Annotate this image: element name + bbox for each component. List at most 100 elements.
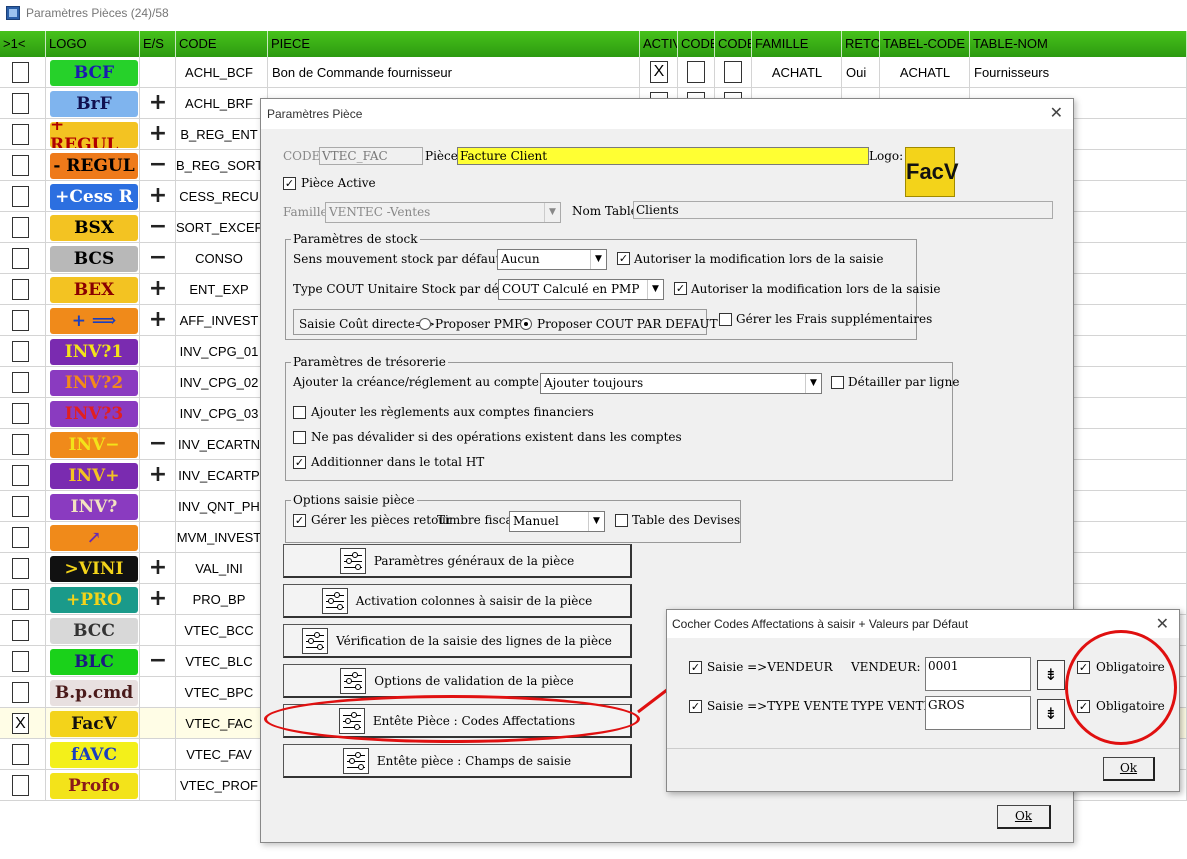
col-header-famille[interactable]: FAMILLE	[752, 31, 842, 57]
piece-active-label: Pièce Active	[301, 176, 376, 190]
row-select-checkbox[interactable]	[12, 775, 29, 796]
proposer-defaut-radio[interactable]	[520, 318, 532, 330]
table-row[interactable]: BCF ACHL_BCF Bon de Commande fournisseur X A…	[0, 57, 1187, 88]
piece-name-field[interactable]: Facture Client	[457, 147, 869, 165]
window-title: Paramètres Pièces (24)/58	[26, 6, 169, 20]
sens-select[interactable]: Aucun ▼	[497, 249, 607, 270]
row-select-checkbox[interactable]	[12, 558, 29, 579]
row-select-checkbox[interactable]	[12, 62, 29, 83]
col-header-reto[interactable]: RETO	[842, 31, 880, 57]
piece-logo: BrF	[50, 91, 138, 117]
col-header-activ[interactable]: ACTIV	[640, 31, 678, 57]
button-label: Options de validation de la pièce	[374, 673, 574, 688]
activ-checkbox[interactable]: X	[650, 61, 668, 83]
famille-select: VENTEC -Ventes ▼	[325, 202, 561, 223]
autoriser2-checkbox[interactable]: ✓	[674, 282, 687, 295]
additionner-checkbox[interactable]: ✓	[293, 456, 306, 469]
table-devises-checkbox[interactable]	[615, 514, 628, 527]
col-header-tabel-code[interactable]: TABEL-CODE	[880, 31, 970, 57]
options-validation-button[interactable]: Options de validation de la pièce	[283, 664, 632, 698]
row-select-checkbox[interactable]	[12, 527, 29, 548]
saisie-cout-label: Saisie Coût directe=>	[299, 317, 436, 331]
detailler-checkbox[interactable]	[831, 376, 844, 389]
additionner-label: Additionner dans le total HT	[311, 455, 485, 469]
code-cell: INV_CPG_01	[179, 344, 259, 359]
row-select-checkbox[interactable]	[12, 279, 29, 300]
activation-colonnes-button[interactable]: Activation colonnes à saisir de la pièce	[283, 584, 632, 618]
autoriser1-checkbox[interactable]: ✓	[617, 252, 630, 265]
col-header-es[interactable]: E/S	[140, 31, 176, 57]
row-select-checkbox[interactable]	[12, 496, 29, 517]
col-header-code[interactable]: CODE	[176, 31, 268, 57]
chevron-down-icon: ▼	[590, 250, 606, 269]
button-label: Activation colonnes à saisir de la pièce	[355, 593, 593, 608]
row-select-checkbox[interactable]	[12, 217, 29, 238]
row-select-checkbox[interactable]	[12, 651, 29, 672]
type-cout-select[interactable]: COUT Calculé en PMP ▼	[498, 279, 664, 300]
popup-ok-button[interactable]: Ok	[1103, 757, 1155, 781]
popup-divider	[667, 748, 1179, 749]
logo-image[interactable]: FacV	[905, 147, 959, 197]
parametres-generaux-button[interactable]: Paramètres généraux de la pièce	[283, 544, 632, 578]
proposer-pmp-radio[interactable]	[419, 318, 431, 330]
chevron-down-icon: ▼	[647, 280, 663, 299]
row-select-checkbox[interactable]	[12, 248, 29, 269]
piece-active-checkbox[interactable]: ✓	[283, 177, 296, 190]
nom-table-field: Clients	[633, 201, 1053, 219]
row-select-checkbox[interactable]	[12, 682, 29, 703]
row-select-checkbox[interactable]	[12, 186, 29, 207]
code-cell: ENT_EXP	[189, 282, 249, 297]
ajouter-creance-select[interactable]: Ajouter toujours ▼	[540, 373, 822, 394]
nom-table-label: Nom Table:	[572, 204, 642, 218]
row-select-checkbox[interactable]	[12, 93, 29, 114]
type-vente-lookup-icon[interactable]: ⇟	[1037, 699, 1065, 729]
entete-champs-saisie-button[interactable]: Entête pièce : Champs de saisie	[283, 744, 632, 778]
row-select-checkbox[interactable]: X	[12, 713, 29, 734]
saisie-vendeur-label: Saisie =>VENDEUR	[707, 660, 833, 674]
col-header-code3[interactable]: CODE	[715, 31, 752, 57]
code-cell: INV_CPG_03	[179, 406, 259, 421]
row-select-checkbox[interactable]	[12, 310, 29, 331]
row-select-checkbox[interactable]	[12, 372, 29, 393]
dialog-close-icon[interactable]: ✕	[1050, 103, 1063, 122]
es-sign-icon: −	[148, 245, 168, 270]
type-vente-field[interactable]: GROS	[925, 696, 1031, 730]
saisie-type-vente-checkbox[interactable]: ✓	[689, 700, 702, 713]
row-select-checkbox[interactable]	[12, 124, 29, 145]
timbre-select[interactable]: Manuel ▼	[509, 511, 605, 532]
sliders-icon	[302, 627, 329, 654]
verification-saisie-button[interactable]: Vérification de la saisie des lignes de …	[283, 624, 632, 658]
code-field: VTEC_FAC	[319, 147, 423, 165]
sens-label: Sens mouvement stock par défaut:	[293, 252, 505, 266]
reglements-checkbox[interactable]	[293, 406, 306, 419]
row-select-checkbox[interactable]	[12, 620, 29, 641]
row-select-checkbox[interactable]	[12, 341, 29, 362]
gerer-retour-checkbox[interactable]: ✓	[293, 514, 306, 527]
row-select-checkbox[interactable]	[12, 744, 29, 765]
button-label: Paramètres généraux de la pièce	[373, 553, 575, 568]
vendeur-lookup-icon[interactable]: ⇟	[1037, 660, 1065, 690]
devalider-checkbox[interactable]	[293, 431, 306, 444]
gerer-frais-checkbox[interactable]	[719, 313, 732, 326]
col-header-table-nom[interactable]: TABLE-NOM	[970, 31, 1187, 57]
col-header-select[interactable]: >1<	[0, 31, 46, 57]
col-header-logo[interactable]: LOGO	[46, 31, 140, 57]
col-header-code2[interactable]: CODE	[678, 31, 715, 57]
timbre-value: Manuel	[513, 514, 559, 528]
piece-logo: BCS	[50, 246, 138, 272]
es-sign-icon	[147, 745, 169, 765]
col-header-piece[interactable]: PIECE	[268, 31, 640, 57]
row-select-checkbox[interactable]	[12, 589, 29, 610]
code2-checkbox[interactable]	[687, 61, 705, 83]
vendeur-field[interactable]: 0001	[925, 657, 1031, 691]
row-select-checkbox[interactable]	[12, 465, 29, 486]
saisie-vendeur-checkbox[interactable]: ✓	[689, 661, 702, 674]
row-select-checkbox[interactable]	[12, 434, 29, 455]
code-cell: B_REG_ENT	[180, 127, 258, 142]
dialog-ok-button[interactable]: Ok	[997, 805, 1051, 829]
popup-close-icon[interactable]: ✕	[1156, 614, 1169, 633]
code3-checkbox[interactable]	[724, 61, 742, 83]
tabel-code-cell: ACHATL	[899, 65, 951, 80]
row-select-checkbox[interactable]	[12, 155, 29, 176]
row-select-checkbox[interactable]	[12, 403, 29, 424]
